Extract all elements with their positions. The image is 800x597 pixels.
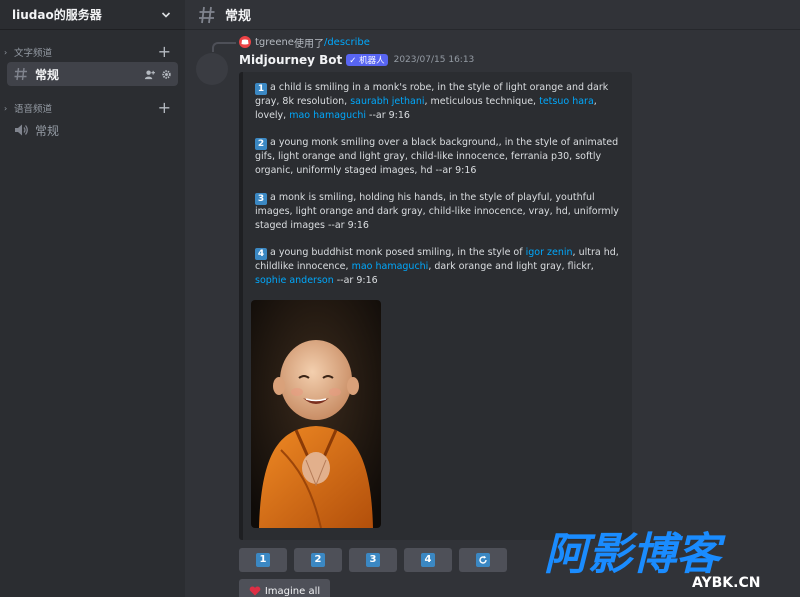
prompt-text: a young monk smiling over a black backgr… <box>255 137 619 176</box>
prompt-2: 2a young monk smiling over a black backg… <box>255 136 625 177</box>
bot-badge: ✓ 机器人 <box>346 54 388 66</box>
reply-username[interactable]: tgreene <box>255 37 294 48</box>
message-timestamp: 2023/07/15 16:13 <box>393 55 475 65</box>
chevron-right-icon: › <box>4 103 8 113</box>
prompt-text: , meticulous technique, <box>424 96 540 107</box>
reply-reference[interactable]: tgreene 使用了/describe <box>239 35 370 50</box>
channel-item-general-voice[interactable]: 常规 <box>7 118 178 142</box>
keycap-number-icon: 1 <box>255 83 267 95</box>
prompt-text: a young buddhist monk posed smiling, in … <box>270 247 526 258</box>
message-header: Midjourney Bot ✓ 机器人 2023/07/15 16:13 <box>239 52 474 68</box>
reply-command[interactable]: /describe <box>324 37 370 48</box>
reply-used-text: 使用了 <box>293 38 324 50</box>
channel-item-general-text[interactable]: 常规 <box>7 62 178 86</box>
watermark-subtitle: AYBK.CN <box>692 575 760 591</box>
keycap-number-icon: 2 <box>255 138 267 150</box>
gear-icon[interactable] <box>161 69 172 80</box>
variation-button-1[interactable]: 1 <box>239 548 287 572</box>
discord-icon <box>239 36 251 48</box>
variation-button-3[interactable]: 3 <box>349 548 397 572</box>
artist-link[interactable]: mao hamaguchi <box>289 110 366 121</box>
keycap-number-icon: 3 <box>366 553 380 567</box>
channel-header: 常规 <box>185 0 800 30</box>
add-channel-icon[interactable]: + <box>158 100 171 116</box>
author-name[interactable]: Midjourney Bot <box>239 53 342 67</box>
server-name: liudao的服务器 <box>12 8 102 22</box>
prompt-text: --ar 9:16 <box>366 109 410 121</box>
keycap-number-icon: 2 <box>311 553 325 567</box>
speaker-icon <box>15 124 28 136</box>
category-text-channels[interactable]: › 文字频道 + <box>0 44 185 60</box>
variation-button-4[interactable]: 4 <box>404 548 452 572</box>
prompt-3: 3a monk is smiling, holding his hands, i… <box>255 191 625 232</box>
category-label: 文字频道 <box>14 48 53 59</box>
prompt-text: a monk is smiling, holding his hands, in… <box>255 192 619 231</box>
add-member-icon[interactable] <box>144 69 155 80</box>
message-embed: 1a child is smiling in a monk's robe, in… <box>239 72 632 540</box>
heart-icon <box>249 586 261 596</box>
hash-icon <box>199 6 215 23</box>
keycap-number-icon: 3 <box>255 193 267 205</box>
artist-link[interactable]: mao hamaguchi <box>352 261 429 272</box>
chevron-right-icon: › <box>4 47 8 57</box>
category-voice-channels[interactable]: › 语音频道 + <box>0 100 185 116</box>
monk-child-image <box>251 300 381 528</box>
embed-image[interactable] <box>251 300 381 528</box>
channel-name: 常规 <box>35 123 60 138</box>
reroll-button[interactable] <box>459 548 507 572</box>
artist-link[interactable]: sophie anderson <box>255 275 334 286</box>
server-header[interactable]: liudao的服务器 <box>0 0 185 30</box>
hash-icon <box>14 67 27 81</box>
channel-title: 常规 <box>225 9 252 24</box>
blog-watermark-logo: 阿影博客 AYBK.CN <box>544 529 760 591</box>
prompt-text: , dark orange and light gray, flickr, <box>428 261 594 272</box>
artist-link[interactable]: tetsuo hara <box>539 96 594 107</box>
keycap-number-icon: 1 <box>256 553 270 567</box>
channel-name: 常规 <box>35 67 60 82</box>
action-button-row: 1 2 3 4 <box>239 548 507 572</box>
variation-button-2[interactable]: 2 <box>294 548 342 572</box>
watermark-title: 阿影博客 <box>544 529 726 580</box>
prompt-text: --ar 9:16 <box>333 274 378 286</box>
avatar[interactable] <box>196 53 228 85</box>
add-channel-icon[interactable]: + <box>158 44 171 60</box>
imagine-all-label: Imagine all <box>264 585 321 597</box>
chevron-down-icon <box>161 11 171 18</box>
keycap-number-icon: 4 <box>255 248 267 260</box>
keycap-number-icon: 4 <box>421 553 435 567</box>
category-label: 语音频道 <box>14 104 53 115</box>
artist-link[interactable]: saurabh jethani <box>350 96 424 107</box>
prompt-4: 4a young buddhist monk posed smiling, in… <box>255 246 625 287</box>
refresh-icon <box>476 553 490 567</box>
imagine-all-button[interactable]: Imagine all <box>239 579 330 597</box>
channel-sidebar: liudao的服务器 › 文字频道 + 常规 › 语音频道 + 常规 <box>0 0 185 597</box>
prompt-1: 1a child is smiling in a monk's robe, in… <box>255 81 625 122</box>
artist-link[interactable]: igor zenin <box>526 247 573 258</box>
reply-connector <box>212 42 236 52</box>
